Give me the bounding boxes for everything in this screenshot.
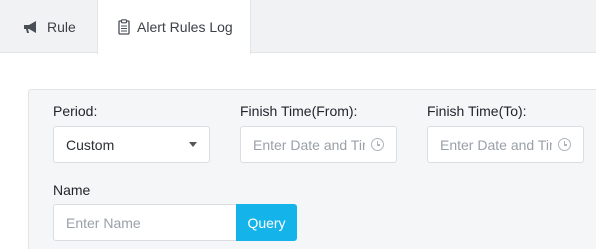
megaphone-icon <box>23 20 40 34</box>
name-label: Name <box>53 182 91 198</box>
name-input[interactable]: Enter Name <box>53 204 237 241</box>
finish-time-from-label: Finish Time(From): <box>240 103 358 119</box>
clock-icon <box>558 138 571 151</box>
chevron-down-icon <box>189 142 197 147</box>
clipboard-icon <box>118 19 130 35</box>
name-placeholder: Enter Name <box>66 214 141 231</box>
clock-icon <box>371 138 384 151</box>
finish-time-to-placeholder: Enter Date and Time <box>440 136 552 153</box>
finish-time-to-label: Finish Time(To): <box>427 103 527 119</box>
tab-rule[interactable]: Rule <box>0 0 97 53</box>
tab-alert-rules-log-label: Alert Rules Log <box>137 19 233 35</box>
tab-bar: Rule Alert Rules Log <box>0 0 596 54</box>
tab-rule-label: Rule <box>47 18 76 35</box>
query-button[interactable]: Query <box>236 204 297 241</box>
finish-time-from-placeholder: Enter Date and Time <box>253 136 365 153</box>
finish-time-from-input[interactable]: Enter Date and Time <box>240 126 397 163</box>
period-value: Custom <box>66 136 115 153</box>
period-label: Period: <box>53 103 98 119</box>
tab-alert-rules-log[interactable]: Alert Rules Log <box>97 0 251 54</box>
period-select[interactable]: Custom <box>53 126 210 163</box>
finish-time-to-input[interactable]: Enter Date and Time <box>427 126 584 163</box>
